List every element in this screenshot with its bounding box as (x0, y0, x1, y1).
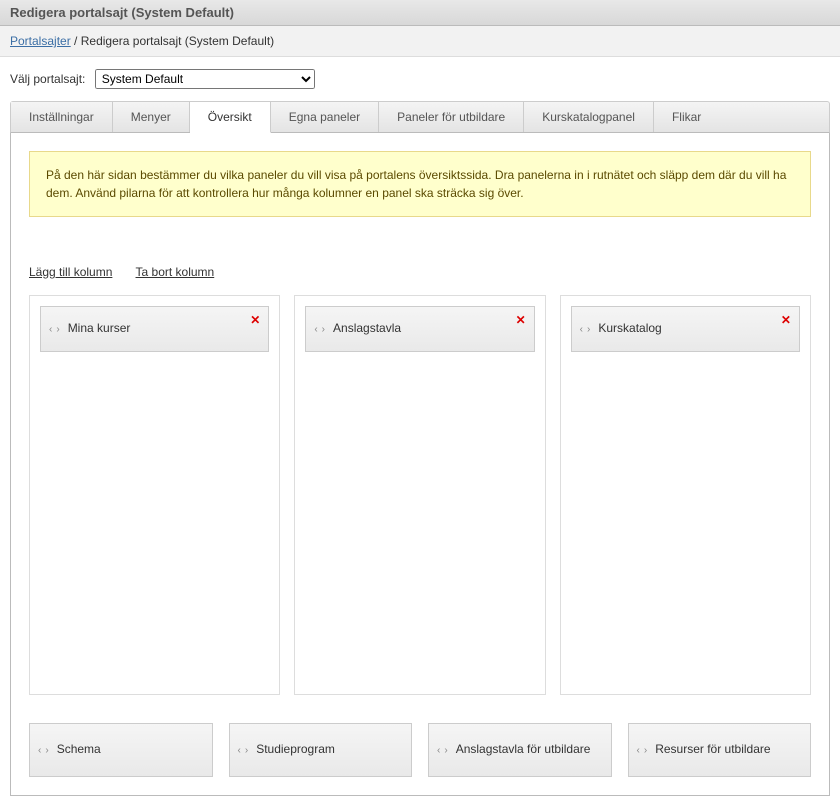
grid-column[interactable]: ‹ › Kurskatalog ✕ (560, 295, 811, 695)
tab-egna-paneler[interactable]: Egna paneler (271, 102, 379, 132)
expand-right-icon[interactable]: › (444, 745, 447, 756)
panel-label: Studieprogram (256, 742, 403, 758)
panel-studieprogram[interactable]: ‹ › Studieprogram (229, 723, 413, 777)
close-icon[interactable]: ✕ (781, 313, 791, 327)
tab-oversikt[interactable]: Översikt (190, 102, 271, 133)
panel-label: Mina kurser (68, 321, 261, 337)
grid-column[interactable]: ‹ › Mina kurser ✕ (29, 295, 280, 695)
panel-label: Schema (57, 742, 204, 758)
page-title: Redigera portalsajt (System Default) (10, 5, 234, 20)
shrink-left-icon[interactable]: ‹ (637, 745, 640, 756)
add-column-link[interactable]: Lägg till kolumn (29, 265, 112, 279)
expand-right-icon[interactable]: › (322, 324, 325, 335)
tab-flikar[interactable]: Flikar (654, 102, 719, 132)
panel-label: Resurser för utbildare (655, 742, 802, 758)
shrink-left-icon[interactable]: ‹ (314, 324, 317, 335)
panel-schema[interactable]: ‹ › Schema (29, 723, 213, 777)
column-actions: Lägg till kolumn Ta bort kolumn (29, 265, 811, 279)
close-icon[interactable]: ✕ (516, 313, 526, 327)
shrink-left-icon[interactable]: ‹ (38, 745, 41, 756)
panel-resurser-utbildare[interactable]: ‹ › Resurser för utbildare (628, 723, 812, 777)
remove-column-link[interactable]: Ta bort kolumn (136, 265, 215, 279)
site-selector-label: Välj portalsajt: (10, 72, 85, 86)
help-text: På den här sidan bestämmer du vilka pane… (29, 151, 811, 217)
available-panels: ‹ › Schema ‹ › Studieprogram ‹ › Anslags… (29, 723, 811, 777)
panel-grid: ‹ › Mina kurser ✕ ‹ › Anslagstavla ✕ (29, 295, 811, 695)
breadcrumb-current: Redigera portalsajt (System Default) (81, 34, 274, 48)
panel-kurskatalog[interactable]: ‹ › Kurskatalog ✕ (571, 306, 800, 352)
panel-anslagstavla[interactable]: ‹ › Anslagstavla ✕ (305, 306, 534, 352)
panel-label: Kurskatalog (598, 321, 791, 337)
panel-anslagstavla-utbildare[interactable]: ‹ › Anslagstavla för utbildare (428, 723, 612, 777)
close-icon[interactable]: ✕ (250, 313, 260, 327)
shrink-left-icon[interactable]: ‹ (49, 324, 52, 335)
breadcrumb: Portalsajter / Redigera portalsajt (Syst… (0, 26, 840, 57)
tab-paneler-utbildare[interactable]: Paneler för utbildare (379, 102, 524, 132)
expand-right-icon[interactable]: › (45, 745, 48, 756)
panel-mina-kurser[interactable]: ‹ › Mina kurser ✕ (40, 306, 269, 352)
expand-right-icon[interactable]: › (56, 324, 59, 335)
tabs: Inställningar Menyer Översikt Egna panel… (10, 101, 830, 133)
panel-label: Anslagstavla (333, 321, 526, 337)
grid-column[interactable]: ‹ › Anslagstavla ✕ (294, 295, 545, 695)
shrink-left-icon[interactable]: ‹ (238, 745, 241, 756)
expand-right-icon[interactable]: › (644, 745, 647, 756)
tab-menyer[interactable]: Menyer (113, 102, 190, 132)
page-header: Redigera portalsajt (System Default) (0, 0, 840, 26)
panel-label: Anslagstavla för utbildare (456, 742, 603, 758)
site-selector-row: Välj portalsajt: System Default (0, 57, 840, 101)
tab-content: På den här sidan bestämmer du vilka pane… (10, 133, 830, 796)
shrink-left-icon[interactable]: ‹ (437, 745, 440, 756)
breadcrumb-link-portalsajter[interactable]: Portalsajter (10, 34, 71, 48)
expand-right-icon[interactable]: › (587, 324, 590, 335)
breadcrumb-sep: / (74, 34, 77, 48)
shrink-left-icon[interactable]: ‹ (580, 324, 583, 335)
site-selector[interactable]: System Default (95, 69, 315, 89)
tab-kurskatalogpanel[interactable]: Kurskatalogpanel (524, 102, 654, 132)
tab-installningar[interactable]: Inställningar (11, 102, 113, 132)
expand-right-icon[interactable]: › (245, 745, 248, 756)
